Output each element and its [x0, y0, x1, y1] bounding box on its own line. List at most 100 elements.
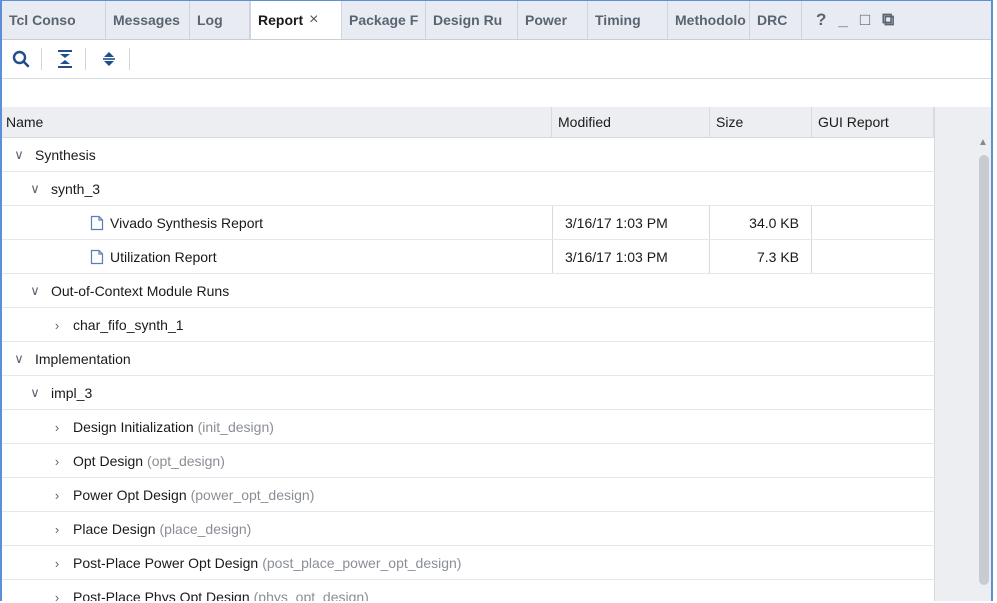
- tree-node-label: char_fifo_synth_1: [73, 317, 184, 333]
- tree-node-row[interactable]: › char_fifo_synth_1: [2, 308, 935, 342]
- chevron-right-icon[interactable]: ›: [48, 522, 66, 537]
- document-icon: [90, 249, 104, 265]
- tree-node-label: Place Design: [73, 521, 156, 537]
- tab-messages[interactable]: Messages: [106, 1, 190, 39]
- tcl-command-label: (opt_design): [147, 453, 225, 469]
- tree-node-name: Vivado Synthesis Report: [90, 206, 263, 240]
- tab-design-ru[interactable]: Design Ru: [426, 1, 518, 39]
- tab-report[interactable]: Report ×: [250, 1, 342, 39]
- report-tree: ∨ Synthesis ∨ synth_3 Vivado Synthesis Repor…: [2, 138, 935, 601]
- chevron-right-icon[interactable]: ›: [48, 590, 66, 602]
- tree-node-label: Utilization Report: [110, 249, 217, 265]
- tree-node-name: ∨ Implementation: [10, 342, 131, 376]
- expand-all-icon: [103, 52, 115, 66]
- tree-node-label: synth_3: [51, 181, 101, 197]
- tree-node-row[interactable]: ∨ Out-of-Context Module Runs: [2, 274, 935, 308]
- tree-node-name: ∨ Synthesis: [10, 138, 96, 172]
- scroll-up-icon[interactable]: ▲: [977, 137, 989, 149]
- tab-label: Power: [525, 12, 568, 28]
- tree-node-row[interactable]: › Post-Place Power Opt Design (post_place_…: [2, 546, 935, 580]
- tree-node-row[interactable]: ∨ Implementation: [2, 342, 935, 376]
- tree-node-name: › Design Initialization (init_design): [48, 410, 274, 444]
- scrollbar-thumb[interactable]: [979, 155, 989, 585]
- chevron-right-icon[interactable]: ›: [48, 454, 66, 469]
- expand-all-button[interactable]: [95, 45, 123, 73]
- tab-log[interactable]: Log: [190, 1, 250, 39]
- tab-drc[interactable]: DRC: [750, 1, 802, 39]
- tcl-command-label: (post_place_power_opt_design): [262, 555, 462, 571]
- scroll-down-icon[interactable]: [977, 587, 989, 599]
- tab-timing[interactable]: Timing: [588, 1, 668, 39]
- tree-node-row[interactable]: › Opt Design (opt_design): [2, 444, 935, 478]
- tcl-command-label: (power_opt_design): [190, 487, 315, 503]
- chevron-down-icon[interactable]: ∨: [26, 283, 44, 299]
- tree-node-row[interactable]: › Design Initialization (init_design): [2, 410, 935, 444]
- help-icon[interactable]: ?: [816, 10, 826, 30]
- tree-node-name: ∨ synth_3: [26, 172, 100, 206]
- tree-node-label: Power Opt Design: [73, 487, 187, 503]
- chevron-down-icon[interactable]: ∨: [26, 181, 44, 197]
- tree-node-row[interactable]: ∨ synth_3: [2, 172, 935, 206]
- toolbar-separator: [85, 48, 86, 70]
- tab-label: Tcl Conso: [9, 12, 76, 28]
- tree-node-label: Synthesis: [35, 147, 96, 163]
- report-file-row[interactable]: Utilization Report 3/16/17 1:03 PM 7.3 KB: [2, 240, 935, 274]
- tab-label: Log: [197, 12, 223, 28]
- tab-label: Messages: [113, 12, 180, 28]
- document-icon: [90, 215, 104, 231]
- tree-node-label: Post-Place Power Opt Design: [73, 555, 259, 571]
- tree-node-label: Implementation: [35, 351, 131, 367]
- chevron-down-icon[interactable]: ∨: [10, 351, 28, 367]
- tree-node-row[interactable]: ∨ Synthesis: [2, 138, 935, 172]
- chevron-down-icon[interactable]: ∨: [26, 385, 44, 401]
- tree-node-name: › Post-Place Power Opt Design (post_place_…: [48, 546, 462, 580]
- tree-node-row[interactable]: ∨ impl_3: [2, 376, 935, 410]
- tab-tcl-conso[interactable]: Tcl Conso: [2, 1, 106, 39]
- tab-label: DRC: [757, 12, 788, 28]
- tab-label: Timing: [595, 12, 641, 28]
- tree-node-name: › Post-Place Phys Opt Design (phys_opt_des…: [48, 580, 369, 601]
- tcl-command-label: (place_design): [159, 521, 252, 537]
- toolbar-separator: [129, 48, 130, 70]
- tree-node-row[interactable]: › Power Opt Design (power_opt_design): [2, 478, 935, 512]
- tree-node-label: Vivado Synthesis Report: [110, 215, 264, 231]
- search-icon: [12, 50, 30, 68]
- collapse-all-button[interactable]: [51, 45, 79, 73]
- tab-methodolo[interactable]: Methodolo: [668, 1, 750, 39]
- column-header-size[interactable]: Size: [710, 107, 812, 137]
- column-header-name[interactable]: Name: [2, 107, 552, 137]
- tab-package-f[interactable]: Package F: [342, 1, 426, 39]
- modified-cell: 3/16/17 1:03 PM: [552, 240, 710, 273]
- report-file-row[interactable]: Vivado Synthesis Report 3/16/17 1:03 PM 34…: [2, 206, 935, 240]
- size-cell: 34.0 KB: [710, 206, 812, 239]
- tree-node-row[interactable]: › Place Design (place_design): [2, 512, 935, 546]
- tab-label: Report: [258, 12, 304, 28]
- tree-node-row[interactable]: › Post-Place Phys Opt Design (phys_opt_des…: [2, 580, 935, 601]
- chevron-right-icon[interactable]: ›: [48, 488, 66, 503]
- tcl-command-label: (init_design): [197, 419, 274, 435]
- report-panel: Tcl Conso Messages Log Report × Package F Desi…: [0, 0, 993, 601]
- float-window-icon[interactable]: ⧉: [882, 10, 894, 30]
- chevron-down-icon[interactable]: ∨: [10, 147, 28, 163]
- tree-node-name: › Opt Design (opt_design): [48, 444, 225, 478]
- toolbar: [2, 40, 991, 79]
- collapse-all-icon: [58, 50, 72, 68]
- maximize-icon[interactable]: □: [860, 10, 870, 30]
- minimize-icon[interactable]: _: [838, 10, 847, 30]
- column-header-modified[interactable]: Modified: [552, 107, 710, 137]
- tree-node-label: Opt Design: [73, 453, 144, 469]
- tab-bar: Tcl Conso Messages Log Report × Package F Desi…: [2, 1, 991, 40]
- window-controls: ? _ □ ⧉: [802, 1, 894, 39]
- close-icon[interactable]: ×: [309, 11, 318, 29]
- chevron-right-icon[interactable]: ›: [48, 556, 66, 571]
- chevron-right-icon[interactable]: ›: [48, 420, 66, 435]
- tab-label: Package F: [349, 12, 419, 28]
- tree-node-label: Post-Place Phys Opt Design: [73, 589, 250, 601]
- chevron-right-icon[interactable]: ›: [48, 318, 66, 333]
- tree-node-name: ∨ impl_3: [26, 376, 92, 410]
- search-button[interactable]: [7, 45, 35, 73]
- tree-node-name: › char_fifo_synth_1: [48, 308, 184, 342]
- column-header-gui-report[interactable]: GUI Report: [812, 107, 934, 137]
- scrollbar-track[interactable]: ▲: [934, 107, 991, 601]
- tab-power[interactable]: Power: [518, 1, 588, 39]
